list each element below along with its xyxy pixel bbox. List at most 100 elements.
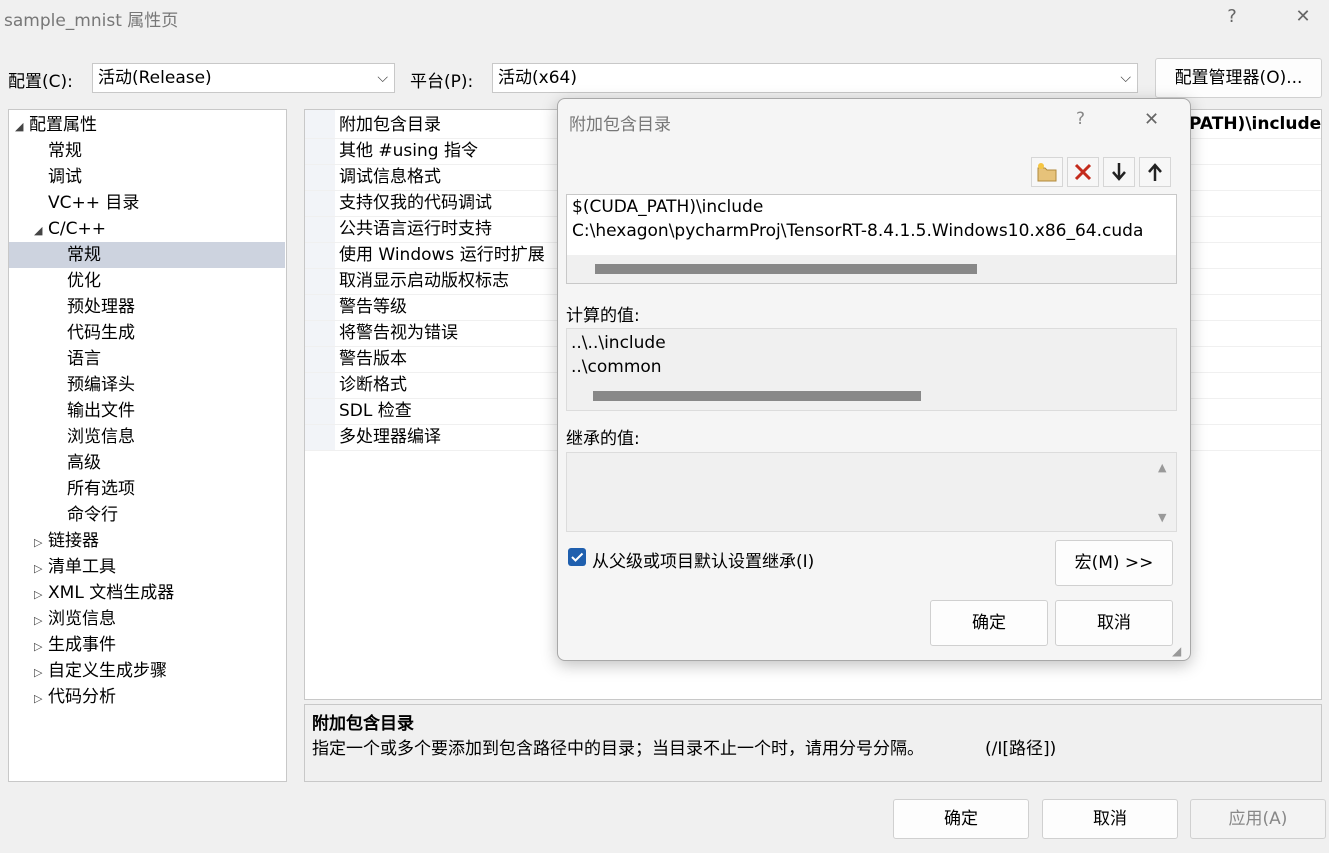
- tree-item-config-props[interactable]: ◢ 配置属性: [9, 112, 285, 138]
- inherit-checkbox-label[interactable]: 从父级或项目默认设置继承(I): [592, 547, 814, 572]
- property-name: 使用 Windows 运行时扩展: [339, 245, 545, 265]
- dialog-ok-button[interactable]: 确定: [930, 600, 1048, 646]
- expand-right-icon[interactable]: ▷: [34, 660, 48, 686]
- window-title: sample_mnist 属性页: [4, 11, 179, 31]
- property-name: 诊断格式: [339, 375, 407, 395]
- entries-editor[interactable]: $(CUDA_PATH)\include C:\hexagon\pycharmP…: [566, 194, 1177, 284]
- description-text: 指定一个或多个要添加到包含路径中的目录；当目录不止一个时，请用分号分隔。: [312, 739, 924, 759]
- tree-item-label: 链接器: [48, 531, 99, 551]
- property-name: 支持仅我的代码调试: [339, 193, 492, 213]
- expand-right-icon[interactable]: ▷: [34, 634, 48, 660]
- expand-down-icon[interactable]: ◢: [34, 218, 48, 244]
- tree-item-precompiled-header[interactable]: 预编译头: [9, 372, 285, 398]
- tree-item-vc-dirs[interactable]: VC++ 目录: [9, 190, 285, 216]
- description-title: 附加包含目录: [312, 714, 414, 734]
- tree-item-label: 命令行: [67, 505, 118, 525]
- tree-item-xml-doc[interactable]: ▷ XML 文档生成器: [9, 580, 285, 606]
- close-button[interactable]: ✕: [1286, 4, 1320, 30]
- tree-item-code-analysis[interactable]: ▷ 代码分析: [9, 684, 285, 710]
- dialog-cancel-button[interactable]: 取消: [1055, 600, 1173, 646]
- tree-item-browse-info[interactable]: 浏览信息: [9, 424, 285, 450]
- platform-label: 平台(P):: [410, 72, 474, 92]
- tree-item-label: 语言: [67, 349, 101, 369]
- resize-grip-icon[interactable]: ◢: [1172, 644, 1181, 658]
- tree-item-label: 清单工具: [48, 557, 116, 577]
- chevron-down-icon: ⌵: [1120, 70, 1131, 86]
- evaluated-line: ..\common: [571, 357, 662, 377]
- inherit-checkbox[interactable]: [568, 548, 586, 566]
- tree-panel: ◢ 配置属性 常规 调试 VC++ 目录 ◢ C/C++ 常规 优化 预处理器 代码生成 语言 预编译头…: [8, 109, 287, 782]
- tree-item-build-events[interactable]: ▷ 生成事件: [9, 632, 285, 658]
- tree-item-cpp[interactable]: ◢ C/C++: [9, 216, 285, 242]
- chevron-down-icon: ⌵: [377, 70, 388, 86]
- tree-item-advanced[interactable]: 高级: [9, 450, 285, 476]
- scroll-down-icon[interactable]: ▼: [1158, 511, 1166, 524]
- tree-item-cpp-general[interactable]: 常规: [9, 242, 285, 268]
- tree-item-debug[interactable]: 调试: [9, 164, 285, 190]
- scroll-up-icon[interactable]: ▲: [1158, 461, 1166, 474]
- property-name: 多处理器编译: [339, 427, 441, 447]
- horizontal-scrollbar[interactable]: [595, 264, 977, 274]
- expand-right-icon[interactable]: ▷: [34, 582, 48, 608]
- move-up-icon[interactable]: [1139, 157, 1171, 187]
- tree-item-manifest-tool[interactable]: ▷ 清单工具: [9, 554, 285, 580]
- macros-button[interactable]: 宏(M) >>: [1055, 540, 1173, 586]
- delete-icon[interactable]: [1067, 157, 1099, 187]
- dialog-close-button[interactable]: ✕: [1144, 109, 1159, 130]
- tree-item-general[interactable]: 常规: [9, 138, 285, 164]
- tree-item-preprocessor[interactable]: 预处理器: [9, 294, 285, 320]
- tree-item-all-options[interactable]: 所有选项: [9, 476, 285, 502]
- move-down-icon[interactable]: [1103, 157, 1135, 187]
- tree-item-label: XML 文档生成器: [48, 583, 175, 603]
- expand-right-icon[interactable]: ▷: [34, 530, 48, 556]
- expand-right-icon[interactable]: ▷: [34, 686, 48, 712]
- evaluated-label: 计算的值:: [566, 306, 640, 326]
- dialog-title: 附加包含目录: [569, 115, 671, 135]
- ok-button[interactable]: 确定: [893, 799, 1029, 839]
- tree-item-linker[interactable]: ▷ 链接器: [9, 528, 285, 554]
- help-button[interactable]: ?: [1215, 4, 1249, 30]
- tree-item-label: 浏览信息: [67, 427, 135, 447]
- dialog-help-button[interactable]: ?: [1076, 109, 1085, 129]
- tree-item-label: 浏览信息: [48, 609, 116, 629]
- tree-item-output-files[interactable]: 输出文件: [9, 398, 285, 424]
- expand-right-icon[interactable]: ▷: [34, 608, 48, 634]
- property-name: 其他 #using 指令: [339, 141, 478, 161]
- new-line-icon[interactable]: [1031, 157, 1063, 187]
- platform-select-value: 活动(x64): [498, 68, 577, 88]
- property-name: 调试信息格式: [339, 167, 441, 187]
- tree-item-codegen[interactable]: 代码生成: [9, 320, 285, 346]
- property-name: 警告版本: [339, 349, 407, 369]
- tree-item-label: 常规: [67, 245, 101, 265]
- platform-select[interactable]: 活动(x64) ⌵: [492, 63, 1138, 93]
- evaluated-line: ..\..\include: [571, 333, 666, 353]
- description-panel: 附加包含目录 指定一个或多个要添加到包含路径中的目录；当目录不止一个时，请用分号…: [304, 704, 1322, 782]
- config-label: 配置(C):: [8, 72, 73, 92]
- tree-item-label: 代码分析: [48, 687, 116, 707]
- tree-item-language[interactable]: 语言: [9, 346, 285, 372]
- expand-right-icon[interactable]: ▷: [34, 556, 48, 582]
- horizontal-scrollbar[interactable]: [593, 391, 921, 401]
- cancel-button[interactable]: 取消: [1042, 799, 1178, 839]
- inherited-label: 继承的值:: [566, 429, 640, 449]
- tree-item-label: 配置属性: [29, 115, 97, 135]
- tree-item-browse-info-2[interactable]: ▷ 浏览信息: [9, 606, 285, 632]
- tree-item-optimization[interactable]: 优化: [9, 268, 285, 294]
- tree-item-label: 调试: [48, 167, 82, 187]
- property-value[interactable]: PATH)\include;: [1189, 114, 1321, 134]
- property-name: 取消显示启动版权标志: [339, 271, 509, 291]
- property-name: SDL 检查: [339, 401, 412, 421]
- config-manager-button[interactable]: 配置管理器(O)...: [1155, 58, 1322, 98]
- expand-down-icon[interactable]: ◢: [15, 114, 29, 140]
- config-select[interactable]: 活动(Release) ⌵: [92, 63, 395, 93]
- tree-item-label: 代码生成: [67, 323, 135, 343]
- apply-button[interactable]: 应用(A): [1190, 799, 1326, 839]
- tree-item-label: 优化: [67, 271, 101, 291]
- tree-item-custom-build[interactable]: ▷ 自定义生成步骤: [9, 658, 285, 684]
- entry-line[interactable]: C:\hexagon\pycharmProj\TensorRT-8.4.1.5.…: [572, 221, 1148, 241]
- entry-line[interactable]: $(CUDA_PATH)\include: [572, 197, 763, 217]
- tree-item-label: 自定义生成步骤: [48, 661, 167, 681]
- tree-item-command-line[interactable]: 命令行: [9, 502, 285, 528]
- description-switch: (/I[路径]): [985, 739, 1057, 759]
- inherited-box: ▲ ▼: [566, 452, 1177, 532]
